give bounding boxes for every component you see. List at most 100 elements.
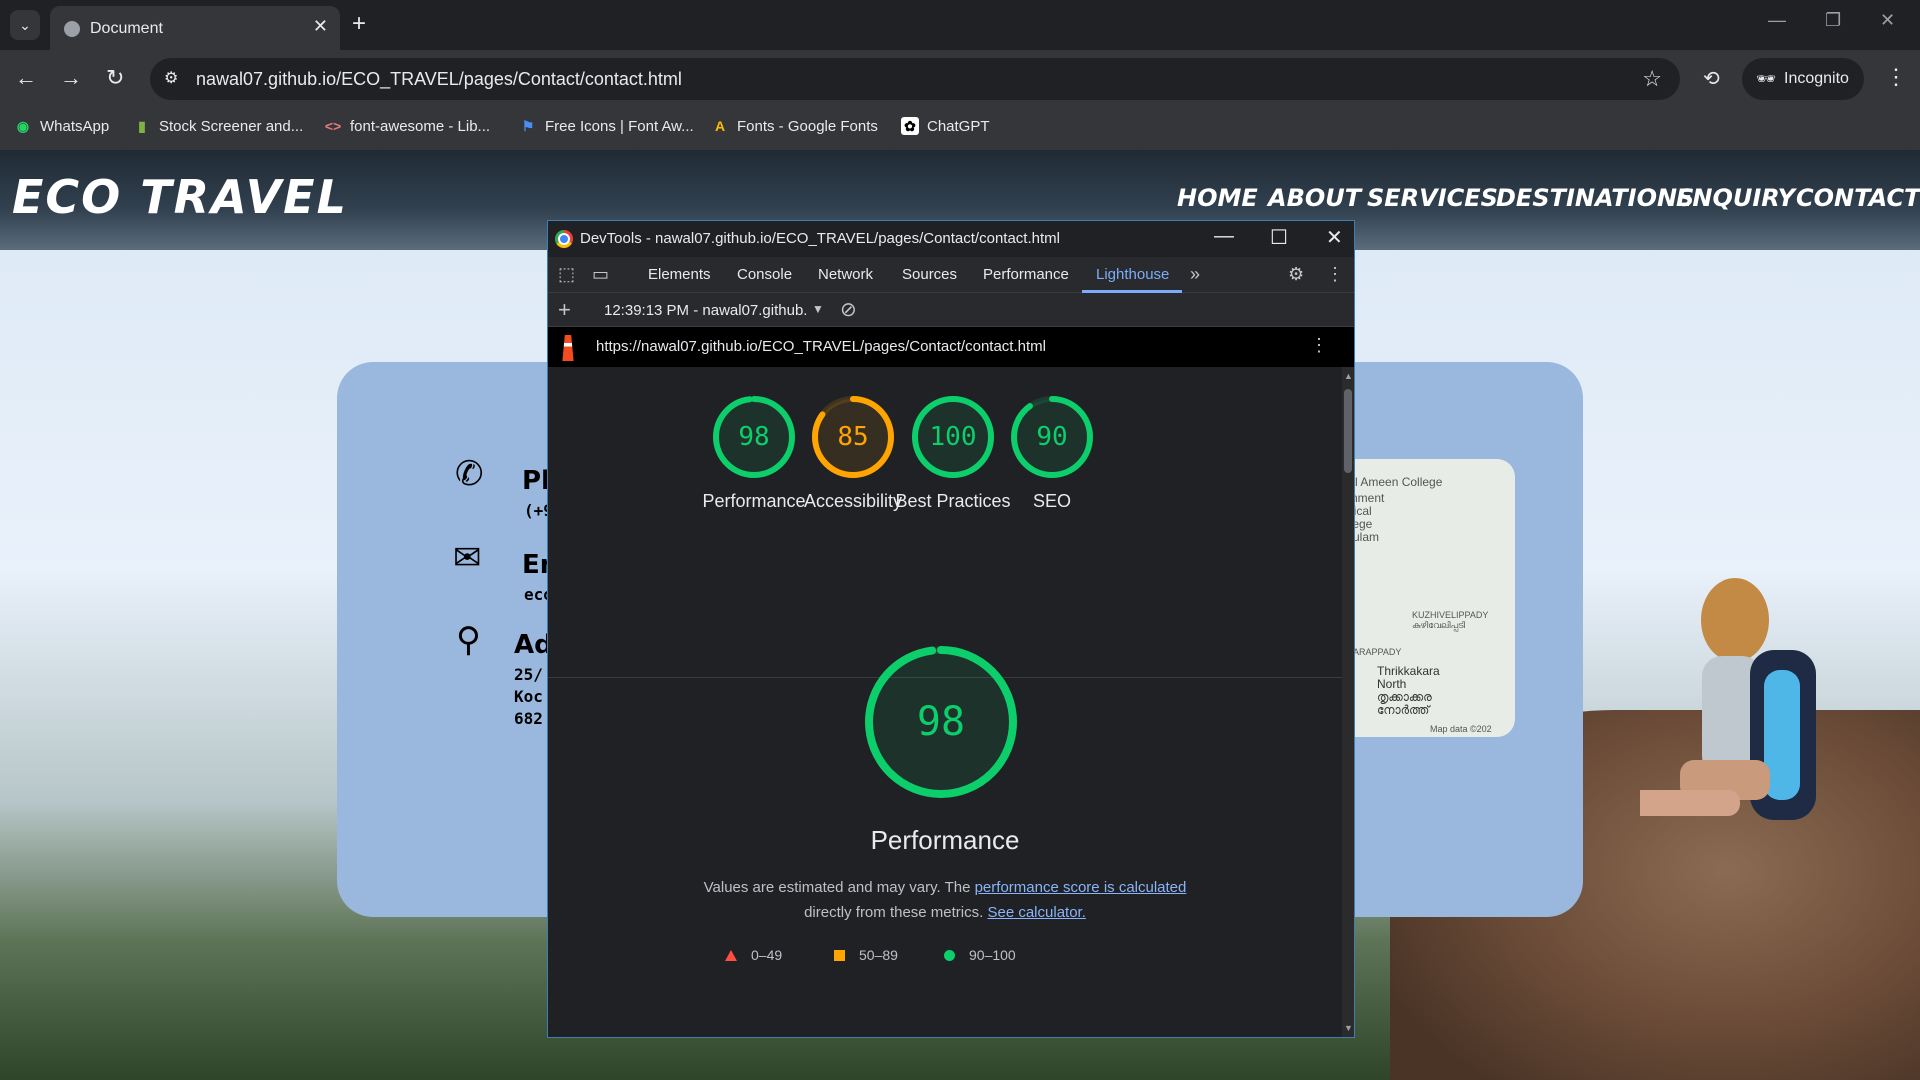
- back-icon[interactable]: ←: [15, 64, 37, 92]
- nav-about[interactable]: ABOUT: [1268, 184, 1361, 212]
- legend-range: 0–49: [751, 947, 783, 963]
- browser-menu-icon[interactable]: ⋮: [1885, 64, 1907, 90]
- bookmark-chatgpt[interactable]: ✿ ChatGPT: [901, 117, 990, 135]
- gauge-seo[interactable]: 90: [1010, 395, 1094, 479]
- tab-document[interactable]: Document ✕: [50, 6, 340, 50]
- gauge-score: 98: [738, 422, 770, 452]
- bookmark-label: font-awesome - Lib...: [350, 117, 491, 135]
- devtools-window: DevTools - nawal07.github.io/ECO_TRAVEL/…: [547, 220, 1355, 1038]
- gauge-accessibility[interactable]: 85: [811, 395, 895, 479]
- square-icon: [834, 949, 845, 961]
- performance-description: Values are estimated and may vary. The p…: [548, 875, 1342, 925]
- location-pin-icon: ⚲: [456, 621, 481, 659]
- close-window-icon[interactable]: ✕: [1880, 10, 1895, 31]
- nav-contact[interactable]: CONTACT: [1796, 184, 1920, 212]
- maximize-icon[interactable]: ☐: [1270, 225, 1288, 250]
- site-info-icon[interactable]: ⚙: [164, 68, 178, 88]
- new-report-icon[interactable]: +: [558, 297, 571, 323]
- bookmark-font-awesome-lib[interactable]: <> font-awesome - Lib...: [324, 117, 490, 135]
- flag-icon: ⚑: [521, 117, 535, 134]
- gauge-performance[interactable]: 98: [712, 395, 796, 479]
- see-calculator-link[interactable]: See calculator.: [987, 904, 1085, 921]
- bookmark-star-icon[interactable]: ☆: [1642, 66, 1662, 92]
- gauge-best-practices[interactable]: 100: [911, 395, 995, 479]
- gauge-label: SEO: [1032, 491, 1071, 511]
- phone-icon: ✆: [455, 455, 484, 493]
- main-gauge-score: 98: [916, 699, 966, 745]
- nav-enquiry[interactable]: ENQUIRY: [1676, 184, 1795, 212]
- close-tab-icon[interactable]: ✕: [313, 16, 328, 37]
- legend-range: 90–100: [969, 947, 1016, 963]
- tab-network[interactable]: Network: [818, 266, 873, 283]
- tab-search-button[interactable]: ⌄: [10, 10, 40, 40]
- minimize-icon[interactable]: —: [1214, 225, 1234, 248]
- device-toolbar-icon[interactable]: ▭: [592, 264, 609, 285]
- address-line: 25/: [514, 665, 543, 684]
- address-bar[interactable]: ⚙ nawal07.github.io/ECO_TRAVEL/pages/Con…: [150, 58, 1680, 100]
- legend-pass: 90–100: [944, 947, 1016, 963]
- bookmark-label: Stock Screener and...: [159, 117, 304, 135]
- settings-gear-icon[interactable]: ⚙: [1288, 264, 1304, 285]
- embedded-map[interactable]: Al Ameen College rnment dical llege kula…: [1345, 459, 1515, 737]
- legend-range: 50–89: [859, 947, 898, 963]
- tab-title: Document: [90, 20, 163, 37]
- scrollbar-thumb[interactable]: [1344, 389, 1352, 473]
- description-text: directly from these metrics.: [804, 904, 988, 921]
- map-attribution: Map data ©202: [1430, 724, 1492, 734]
- restore-icon[interactable]: ❐: [1825, 10, 1841, 31]
- nav-destinations[interactable]: DESTINATIONS: [1496, 184, 1694, 212]
- new-tab-button[interactable]: +: [352, 12, 366, 36]
- score-calculated-link[interactable]: performance score is calculated: [975, 879, 1187, 896]
- triangle-icon: [725, 949, 737, 961]
- inspect-element-icon[interactable]: ⬚: [558, 264, 575, 285]
- lighthouse-report: 98 Performance 85 Accessibility 100 Best…: [548, 367, 1342, 1037]
- tab-lighthouse[interactable]: Lighthouse: [1096, 266, 1169, 283]
- main-gauge-title: Performance: [870, 825, 1020, 855]
- url-text[interactable]: nawal07.github.io/ECO_TRAVEL/pages/Conta…: [196, 69, 682, 90]
- legend-average: 50–89: [834, 947, 898, 963]
- forward-icon[interactable]: →: [60, 64, 82, 92]
- extension-icon[interactable]: ⟲: [1703, 66, 1720, 91]
- clear-reports-icon[interactable]: ⊘: [840, 297, 857, 322]
- circle-icon: [944, 949, 955, 961]
- gauge-score: 100: [929, 422, 977, 452]
- lighthouse-toolbar: + 12:39:13 PM - nawal07.github. ▼ ⊘: [548, 293, 1354, 327]
- tab-console[interactable]: Console: [737, 266, 792, 283]
- tab-performance[interactable]: Performance: [983, 266, 1069, 283]
- more-tabs-icon[interactable]: »: [1190, 264, 1200, 285]
- report-scrollbar[interactable]: ▲ ▼: [1342, 367, 1354, 1037]
- nav-home[interactable]: HOME: [1177, 184, 1258, 212]
- scroll-down-icon[interactable]: ▼: [1344, 1023, 1353, 1033]
- bookmark-label: WhatsApp: [40, 117, 110, 135]
- nav-services[interactable]: SERVICES: [1367, 184, 1498, 212]
- tab-elements[interactable]: Elements: [648, 266, 711, 283]
- tab-strip: ⌄ Document ✕ + — ❐ ✕: [0, 0, 1920, 50]
- map-label: Al Ameen College: [1347, 475, 1443, 489]
- map-label: കുഴിവേലിപ്പടി: [1412, 620, 1466, 630]
- bookmark-stock-screener[interactable]: ▮ Stock Screener and...: [133, 117, 303, 135]
- bookmark-whatsapp[interactable]: ◉ WhatsApp: [14, 117, 109, 135]
- map-label: SARAPPADY: [1347, 647, 1402, 657]
- incognito-badge[interactable]: 🕶 Incognito: [1742, 58, 1864, 100]
- scroll-up-icon[interactable]: ▲: [1344, 371, 1353, 381]
- site-logo[interactable]: ECO TRAVEL: [12, 170, 348, 224]
- bar-chart-icon: ▮: [138, 117, 146, 134]
- whatsapp-icon: ◉: [16, 117, 30, 134]
- devtools-menu-icon[interactable]: ⋮: [1326, 264, 1344, 285]
- bookmark-free-icons[interactable]: ⚑ Free Icons | Font Aw...: [519, 117, 694, 135]
- tab-sources[interactable]: Sources: [902, 266, 957, 283]
- report-menu-icon[interactable]: ⋮: [1310, 335, 1328, 356]
- devtools-titlebar[interactable]: DevTools - nawal07.github.io/ECO_TRAVEL/…: [548, 221, 1354, 257]
- close-icon[interactable]: ✕: [1326, 225, 1343, 250]
- gauge-score: 90: [1036, 422, 1068, 452]
- reload-icon[interactable]: ↻: [106, 64, 124, 92]
- report-selector[interactable]: 12:39:13 PM - nawal07.github.: [604, 302, 807, 319]
- report-url[interactable]: https://nawal07.github.io/ECO_TRAVEL/pag…: [596, 338, 1046, 355]
- minimize-icon[interactable]: —: [1768, 10, 1786, 31]
- gauge-score: 85: [837, 422, 869, 452]
- globe-icon: [64, 21, 80, 37]
- hiker-image: [1640, 578, 1816, 820]
- bookmark-google-fonts[interactable]: A Fonts - Google Fonts: [711, 117, 878, 135]
- main-performance-gauge: 98: [864, 645, 1018, 799]
- dropdown-arrow-icon[interactable]: ▼: [812, 302, 824, 316]
